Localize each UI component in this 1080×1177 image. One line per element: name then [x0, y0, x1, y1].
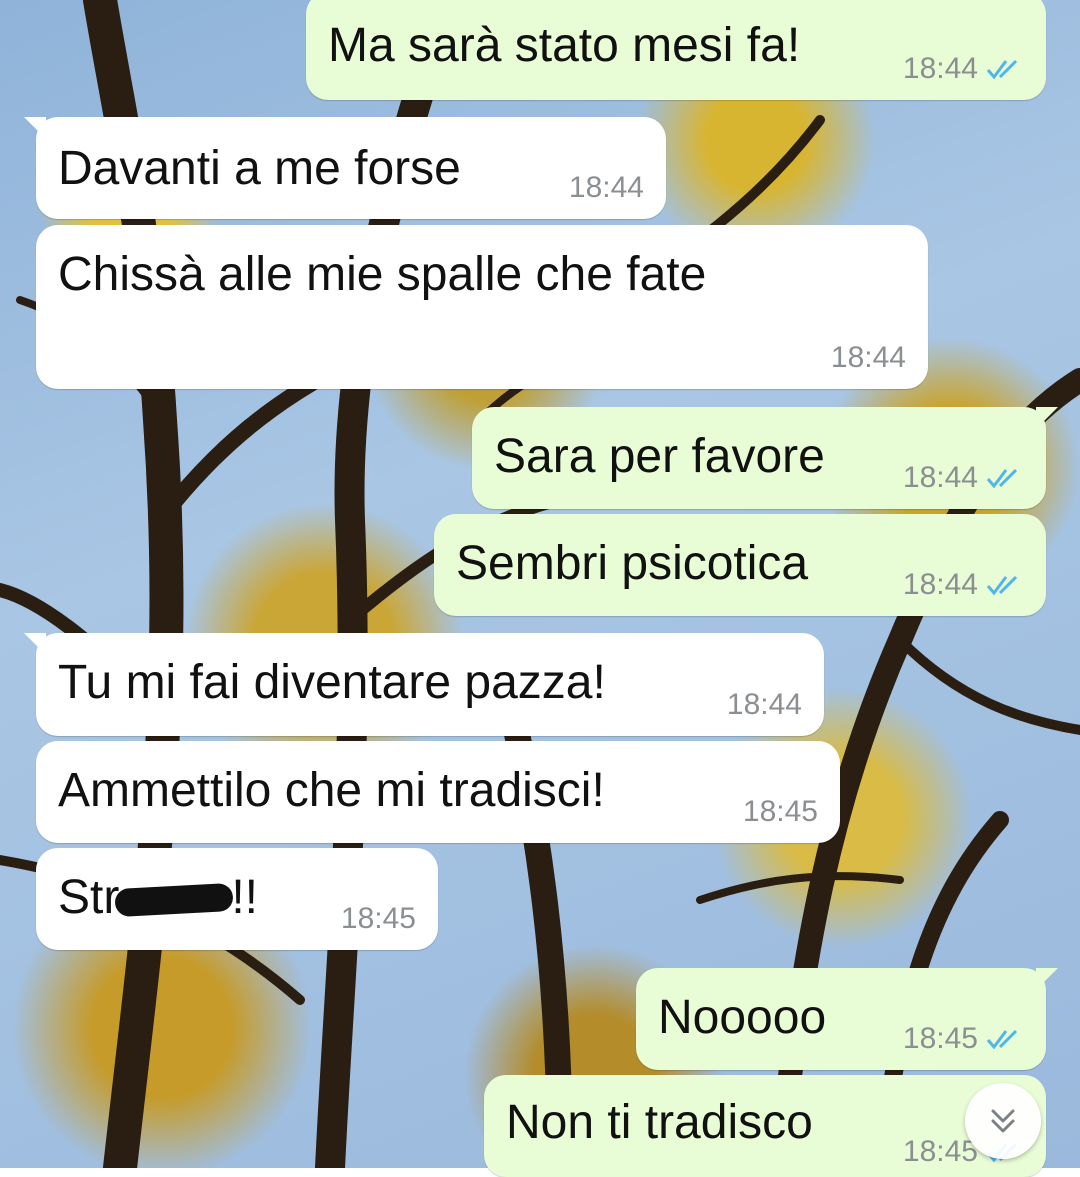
message-text-prefix: Str — [58, 871, 120, 924]
message-incoming[interactable]: Tu mi fai diventare pazza! 18:44 — [24, 633, 824, 736]
message-text: Nooooo — [658, 991, 827, 1044]
message-time: 18:45 — [902, 1022, 978, 1055]
message-meta: 18:45 — [743, 795, 818, 829]
message-outgoing[interactable]: Sembri psicotica 18:44 — [434, 514, 1046, 616]
message-time: 18:44 — [902, 461, 978, 494]
message-text: Davanti a me forse — [58, 142, 461, 195]
message-meta: 18:45 — [341, 902, 416, 936]
message-outgoing[interactable]: Nooooo 18:45 — [636, 968, 1058, 1070]
message-meta: 18:44 — [903, 52, 1024, 86]
message-text: Sara per favore — [494, 430, 825, 483]
message-incoming[interactable]: Davanti a me forse 18:44 — [24, 117, 666, 219]
message-meta: 18:44 — [903, 461, 1024, 495]
double-chevron-down-icon — [991, 1109, 1015, 1133]
bubble-tail — [1036, 968, 1058, 990]
message-text: Ma sarà stato mesi fa! — [328, 19, 801, 72]
message-text-suffix: !! — [231, 871, 259, 924]
message-text: Tu mi fai diventare pazza! — [58, 656, 606, 709]
message-outgoing[interactable]: Sara per favore 18:44 — [472, 407, 1058, 509]
message-time: 18:44 — [902, 568, 978, 601]
double-check-read-icon — [986, 59, 1018, 80]
double-check-read-icon — [986, 1029, 1018, 1050]
message-text: Chissà alle mie spalle che fate — [58, 248, 707, 301]
redaction-mark — [114, 883, 234, 918]
bubble-tail — [24, 633, 46, 655]
message-incoming[interactable]: Ammettilo che mi tradisci! 18:45 — [36, 741, 840, 843]
message-text: Non ti tradisco — [506, 1096, 813, 1149]
scroll-to-bottom-button[interactable] — [965, 1083, 1041, 1159]
message-time: 18:45 — [902, 1135, 978, 1168]
message-meta: 18:44 — [903, 568, 1024, 602]
message-meta: 18:44 — [727, 688, 802, 722]
message-outgoing[interactable]: Ma sarà stato mesi fa! 18:44 — [306, 0, 1046, 100]
message-incoming[interactable]: Chissà alle mie spalle che fate 18:44 — [36, 225, 928, 389]
message-text: Str!! — [58, 870, 258, 925]
message-text: Sembri psicotica — [456, 537, 809, 590]
bubble-tail — [1036, 407, 1058, 429]
message-meta: 18:45 — [903, 1022, 1024, 1056]
message-incoming[interactable]: Str!! 18:45 — [36, 848, 438, 950]
message-time: 18:45 — [340, 902, 416, 935]
message-text: Ammettilo che mi tradisci! — [58, 764, 605, 817]
message-meta: 18:44 — [831, 341, 906, 375]
double-check-read-icon — [986, 575, 1018, 596]
message-time: 18:44 — [568, 171, 644, 204]
double-check-read-icon — [986, 468, 1018, 489]
message-time: 18:44 — [726, 688, 802, 721]
bubble-tail — [24, 117, 46, 139]
message-meta: 18:44 — [569, 171, 644, 205]
message-time: 18:45 — [742, 795, 818, 828]
message-time: 18:44 — [902, 52, 978, 85]
message-time: 18:44 — [830, 341, 906, 374]
message-outgoing[interactable]: Non ti tradisco 18:45 — [484, 1075, 1046, 1177]
